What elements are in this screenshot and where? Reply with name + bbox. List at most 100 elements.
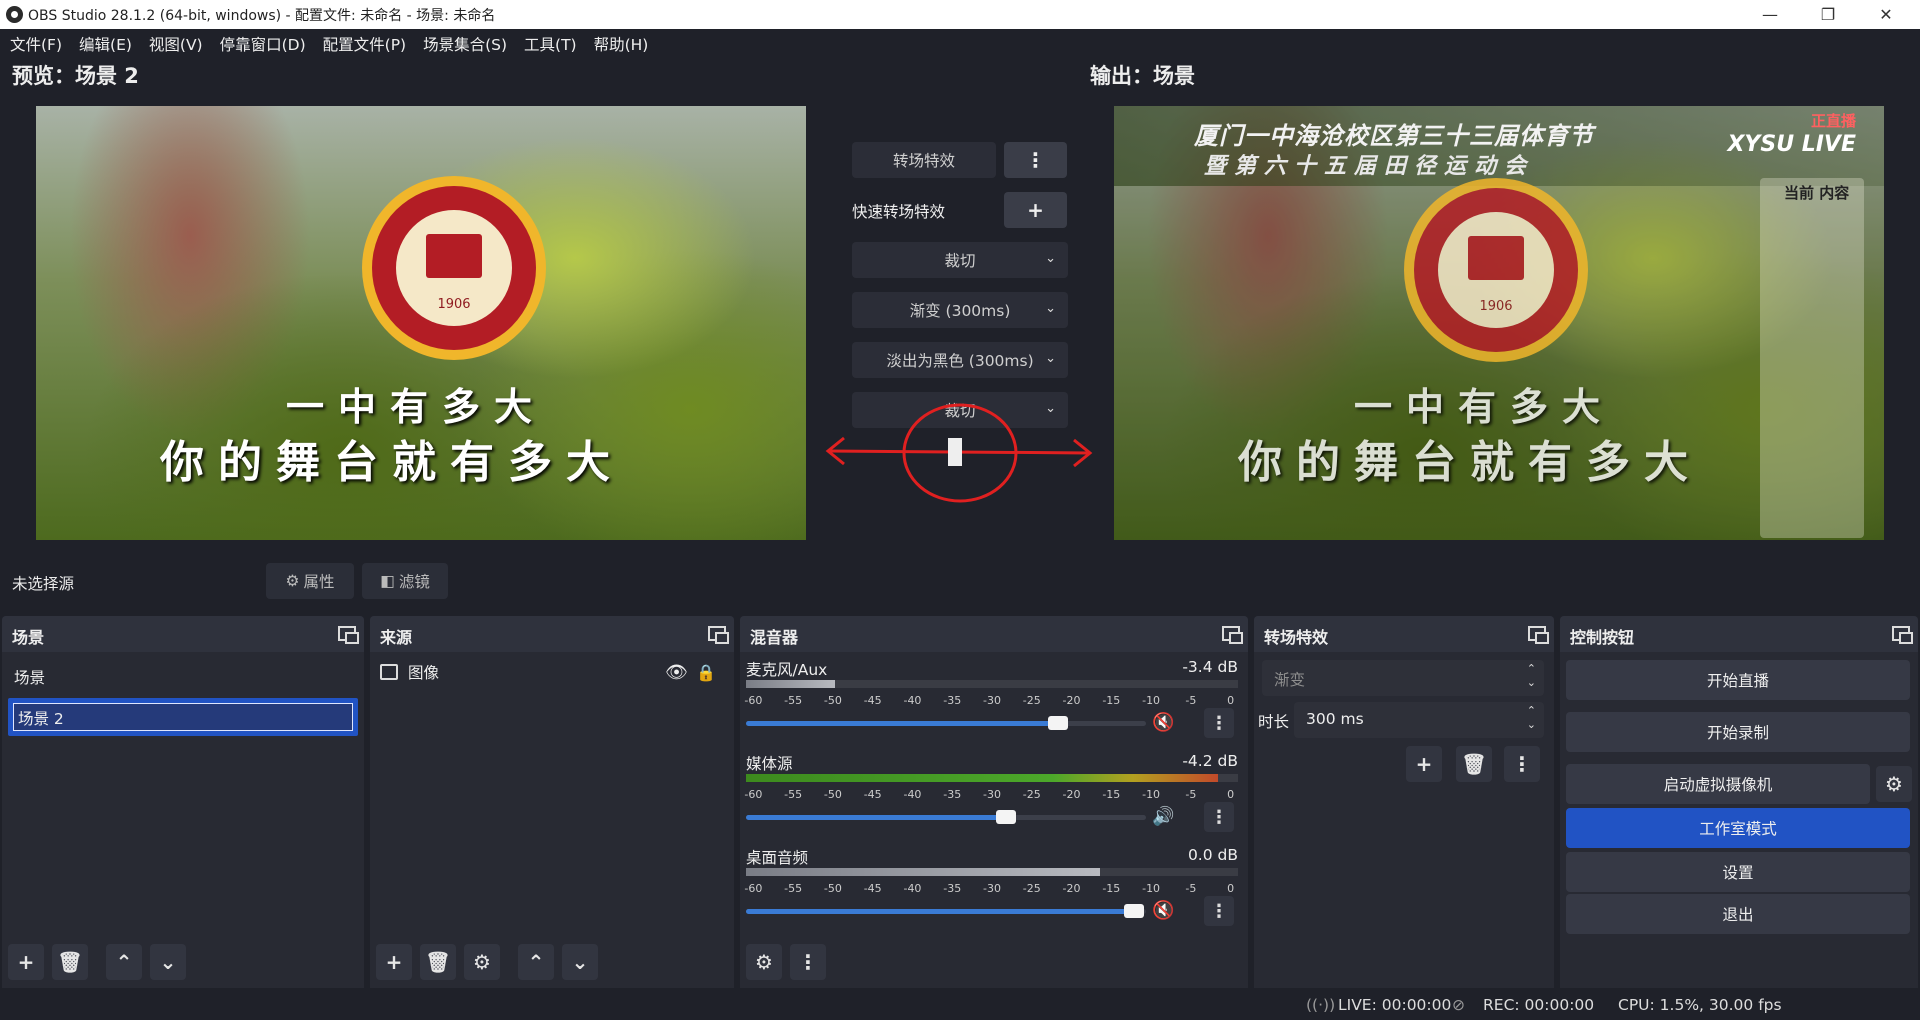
remove-scene-button[interactable]: 🗑 bbox=[52, 944, 88, 980]
transition-properties-button[interactable]: ⋮ bbox=[1504, 746, 1540, 782]
menu-profile[interactable]: 配置文件(P) bbox=[317, 33, 412, 55]
scene-item-2[interactable]: 场景 2 bbox=[8, 698, 358, 736]
channel-menu-button[interactable]: ⋮ bbox=[1204, 708, 1234, 738]
scale-tick: -10 bbox=[1142, 788, 1161, 801]
school-logo-icon: 1906 bbox=[362, 176, 546, 360]
tbar-slider-handle bbox=[948, 438, 962, 466]
scale-tick: -40 bbox=[903, 694, 922, 707]
scenes-dock: 场景 场景 场景 2 + 🗑 ⌃ ⌄ bbox=[2, 616, 364, 988]
gear-icon: ⚙ bbox=[1885, 772, 1903, 796]
studio-mode-button[interactable]: 工作室模式 bbox=[1566, 808, 1910, 848]
source-toolbar: 未选择源 ⚙ 属性 ◧ 滤镜 bbox=[0, 550, 1920, 612]
slider-knob[interactable] bbox=[996, 810, 1016, 824]
transition-button[interactable]: 转场特效 bbox=[852, 142, 996, 178]
add-transition-button[interactable]: + bbox=[1406, 746, 1442, 782]
close-button[interactable]: ✕ bbox=[1858, 0, 1914, 29]
slider-fill bbox=[746, 909, 1134, 914]
gears-icon: ⚙ bbox=[755, 950, 773, 974]
transition-menu-button[interactable]: ⋮ bbox=[1004, 142, 1067, 178]
channel-menu-button[interactable]: ⋮ bbox=[1204, 802, 1234, 832]
cpu-fps: CPU: 1.5%, 30.00 fps bbox=[1618, 996, 1782, 1014]
menu-docks[interactable]: 停靠窗口(D) bbox=[214, 33, 312, 55]
virtual-camera-settings-button[interactable]: ⚙ bbox=[1876, 766, 1912, 802]
scale-tick: -45 bbox=[863, 882, 882, 895]
volume-slider[interactable] bbox=[746, 904, 1146, 918]
filters-button[interactable]: ◧ 滤镜 bbox=[362, 563, 448, 599]
move-scene-down-button[interactable]: ⌄ bbox=[150, 944, 186, 980]
remove-source-button[interactable]: 🗑 bbox=[420, 944, 456, 980]
channel-menu-button[interactable]: ⋮ bbox=[1204, 896, 1234, 926]
scale-tick: -10 bbox=[1142, 882, 1161, 895]
channel-name: 媒体源 bbox=[746, 755, 793, 773]
minimize-button[interactable]: — bbox=[1742, 0, 1798, 29]
live-timer: LIVE: 00:00:00 bbox=[1338, 996, 1452, 1014]
scene-rename-field[interactable]: 场景 2 bbox=[13, 703, 353, 731]
menu-scene-collection[interactable]: 场景集合(S) bbox=[417, 33, 513, 55]
scale-tick: -45 bbox=[863, 694, 882, 707]
advanced-audio-button[interactable]: ⚙ bbox=[746, 944, 782, 980]
filter-icon: ◧ bbox=[380, 572, 395, 590]
menu-file[interactable]: 文件(F) bbox=[4, 33, 68, 55]
mixer-channel-desktop: 桌面音频 0.0 dB -60 -55 -50 -45 -40 -35 -30 -25 -20-… bbox=[740, 846, 1248, 936]
start-streaming-button[interactable]: 开始直播 bbox=[1566, 660, 1910, 700]
scale-tick: -35 bbox=[943, 694, 962, 707]
lock-icon[interactable]: 🔒 bbox=[696, 663, 716, 682]
source-name: 图像 bbox=[408, 664, 440, 682]
scale-tick: -25 bbox=[1022, 788, 1041, 801]
eye-icon[interactable]: 👁 bbox=[665, 662, 688, 683]
undock-icon[interactable] bbox=[1528, 626, 1549, 644]
volume-slider[interactable] bbox=[746, 716, 1146, 730]
undock-icon[interactable] bbox=[1222, 626, 1243, 644]
menu-help[interactable]: 帮助(H) bbox=[588, 33, 655, 55]
move-source-up-button[interactable]: ⌃ bbox=[518, 944, 554, 980]
undock-icon[interactable] bbox=[708, 626, 729, 644]
quick-transition-label: 快速转场特效 bbox=[852, 203, 946, 221]
source-item[interactable]: 图像 👁 🔒 bbox=[380, 658, 724, 686]
menu-tools[interactable]: 工具(T) bbox=[518, 33, 583, 55]
scene-item-1[interactable]: 场景 bbox=[8, 658, 358, 696]
start-recording-button[interactable]: 开始录制 bbox=[1566, 712, 1910, 752]
start-virtual-camera-button[interactable]: 启动虚拟摄像机 bbox=[1566, 764, 1870, 804]
add-source-button[interactable]: + bbox=[376, 944, 412, 980]
slider-knob[interactable] bbox=[1048, 716, 1068, 730]
title-bar: OBS Studio 28.1.2 (64-bit, windows) - 配置… bbox=[0, 0, 1920, 29]
program-slogan-line1: 一中有多大 bbox=[1354, 384, 1615, 429]
transition-select[interactable]: 渐变 ⌃ ⌄ bbox=[1262, 660, 1544, 696]
meter-scale: -60 -55 -50 -45 -40 -35 -30 -25 -20 -15 -10 -5 0 bbox=[744, 694, 1238, 708]
volume-slider[interactable] bbox=[746, 810, 1146, 824]
quick-transition-fade[interactable]: 渐变 (300ms) ⌄ bbox=[852, 292, 1068, 328]
menu-edit[interactable]: 编辑(E) bbox=[73, 33, 138, 55]
scale-tick: -30 bbox=[983, 882, 1001, 895]
move-source-down-button[interactable]: ⌄ bbox=[562, 944, 598, 980]
scale-tick: -35 bbox=[943, 882, 962, 895]
menu-view[interactable]: 视图(V) bbox=[143, 33, 209, 55]
exit-button[interactable]: 退出 bbox=[1566, 894, 1910, 934]
properties-button[interactable]: ⚙ 属性 bbox=[266, 563, 354, 599]
mixer-menu-button[interactable]: ⋮ bbox=[790, 944, 826, 980]
quick-transition-cut[interactable]: 裁切 ⌄ bbox=[852, 242, 1068, 278]
speaker-muted-icon[interactable]: 🔇 bbox=[1152, 900, 1174, 921]
source-properties-button[interactable]: ⚙ bbox=[464, 944, 500, 980]
speaker-icon[interactable]: 🔊 bbox=[1152, 806, 1174, 827]
no-source-label: 未选择源 bbox=[12, 575, 75, 593]
scale-tick: -55 bbox=[784, 694, 803, 707]
speaker-muted-icon[interactable]: 🔇 bbox=[1152, 712, 1174, 733]
duration-label: 时长 bbox=[1258, 713, 1290, 731]
remove-transition-button[interactable]: 🗑 bbox=[1456, 746, 1492, 782]
add-scene-button[interactable]: + bbox=[8, 944, 44, 980]
maximize-button[interactable]: ❐ bbox=[1800, 0, 1856, 29]
undock-icon[interactable] bbox=[338, 626, 359, 644]
duration-spinbox[interactable]: 300 ms ⌃ ⌄ bbox=[1294, 702, 1544, 738]
scale-tick: 0 bbox=[1227, 882, 1235, 895]
add-quick-transition-button[interactable]: + bbox=[1004, 192, 1067, 228]
preview-screen[interactable]: 1906 一中有多大 你的舞台就有多大 bbox=[36, 106, 806, 540]
slider-knob[interactable] bbox=[1124, 904, 1144, 918]
move-scene-up-button[interactable]: ⌃ bbox=[106, 944, 142, 980]
side-panel-title: 当前 内容 bbox=[1784, 184, 1850, 202]
scale-tick: -55 bbox=[784, 788, 803, 801]
undock-icon[interactable] bbox=[1892, 626, 1913, 644]
slider-fill bbox=[746, 815, 1006, 820]
scale-tick: -50 bbox=[823, 882, 842, 895]
settings-button[interactable]: 设置 bbox=[1566, 852, 1910, 892]
quick-transition-fade-black[interactable]: 淡出为黑色 (300ms) ⌄ bbox=[852, 342, 1068, 378]
